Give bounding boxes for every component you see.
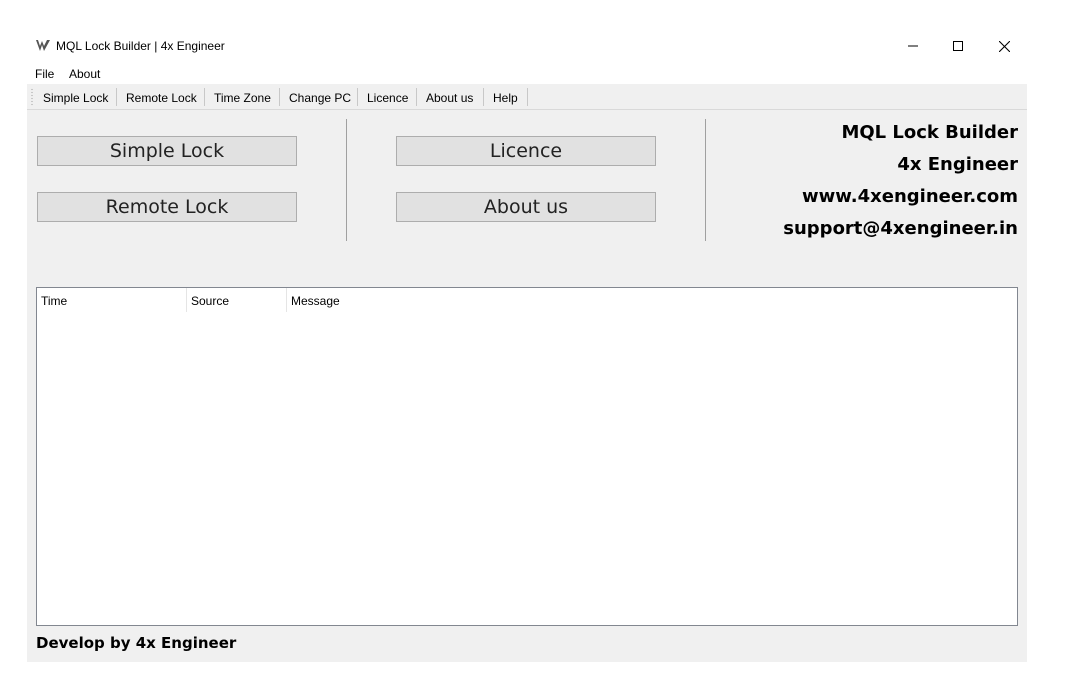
toolbar-remote-lock[interactable]: Remote Lock — [126, 91, 197, 105]
remote-lock-button[interactable]: Remote Lock — [37, 192, 297, 222]
toolbar-separator — [357, 88, 358, 106]
menu-about[interactable]: About — [69, 67, 100, 81]
minimize-button[interactable] — [890, 30, 936, 62]
app-name-label: MQL Lock Builder — [841, 122, 1018, 143]
main-window: MQL Lock Builder | 4x Engineer File Abou… — [27, 30, 1027, 662]
column-header-message[interactable]: Message — [291, 294, 340, 308]
footer-credit: Develop by 4x Engineer — [36, 634, 237, 652]
email-label: support@4xengineer.in — [783, 218, 1018, 239]
toolbar-change-pc[interactable]: Change PC — [289, 91, 351, 105]
toolbar-separator — [204, 88, 205, 106]
window-title: MQL Lock Builder | 4x Engineer — [56, 39, 225, 53]
toolbar-separator — [527, 88, 528, 106]
log-list[interactable]: Time Source Message — [36, 287, 1018, 626]
toolbar-time-zone[interactable]: Time Zone — [214, 91, 271, 105]
vertical-divider — [705, 119, 706, 241]
licence-button[interactable]: Licence — [396, 136, 656, 166]
maximize-button[interactable] — [935, 30, 981, 62]
client-area: Simple Lock Remote Lock Time Zone Change… — [27, 84, 1027, 662]
toolbar-grip[interactable] — [31, 88, 33, 106]
menu-bar: File About — [27, 64, 1027, 83]
close-button[interactable] — [981, 30, 1027, 62]
toolbar-separator — [483, 88, 484, 106]
app-logo-icon — [35, 39, 51, 53]
menu-file[interactable]: File — [35, 67, 54, 81]
toolbar-separator — [116, 88, 117, 106]
column-divider[interactable] — [186, 288, 187, 312]
vertical-divider — [346, 119, 347, 241]
log-list-header: Time Source Message — [37, 288, 1017, 312]
toolbar-simple-lock[interactable]: Simple Lock — [43, 91, 108, 105]
simple-lock-button[interactable]: Simple Lock — [37, 136, 297, 166]
toolbar: Simple Lock Remote Lock Time Zone Change… — [27, 84, 1027, 110]
column-header-source[interactable]: Source — [191, 294, 229, 308]
column-header-time[interactable]: Time — [41, 294, 67, 308]
toolbar-separator — [416, 88, 417, 106]
toolbar-licence[interactable]: Licence — [367, 91, 408, 105]
website-label: www.4xengineer.com — [802, 186, 1018, 207]
about-us-button[interactable]: About us — [396, 192, 656, 222]
toolbar-about-us[interactable]: About us — [426, 91, 473, 105]
toolbar-separator — [279, 88, 280, 106]
company-label: 4x Engineer — [897, 154, 1018, 175]
column-divider[interactable] — [286, 288, 287, 312]
title-bar[interactable]: MQL Lock Builder | 4x Engineer — [27, 30, 1027, 62]
toolbar-help[interactable]: Help — [493, 91, 518, 105]
